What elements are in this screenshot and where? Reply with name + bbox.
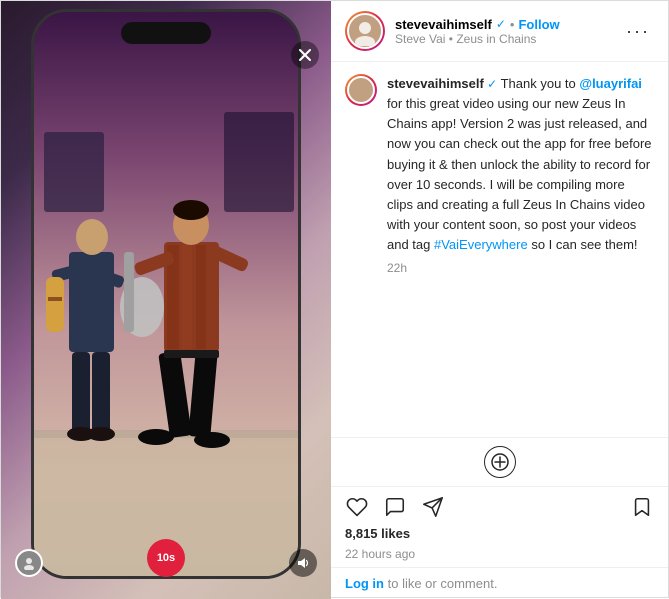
share-button[interactable] xyxy=(421,495,445,519)
content-panel: stevevaihimself ✓ • Follow Steve Vai • Z… xyxy=(331,1,668,599)
media-background: 10s xyxy=(1,1,331,599)
dot-separator: • xyxy=(510,17,515,32)
like-button[interactable] xyxy=(345,495,369,519)
phone-frame xyxy=(31,9,301,579)
timer-badge: 10s xyxy=(147,539,185,577)
username-row: stevevaihimself ✓ • Follow xyxy=(395,17,622,32)
likes-row: 8,815 likes xyxy=(331,523,668,547)
phone-notch xyxy=(121,22,211,44)
poster-avatar-wrapper[interactable] xyxy=(345,11,385,51)
media-panel: 10s xyxy=(1,1,331,599)
login-suffix: to like or comment. xyxy=(384,576,497,591)
follow-button[interactable]: Follow xyxy=(518,17,559,32)
add-comment-area xyxy=(331,437,668,486)
caption-username[interactable]: stevevaihimself xyxy=(387,76,484,91)
more-options-button[interactable]: ··· xyxy=(622,21,654,42)
musicians-scene xyxy=(34,12,301,579)
caption-area: stevevaihimself ✓ Thank you to @luayrifa… xyxy=(331,62,668,437)
likes-count: 8,815 likes xyxy=(345,526,410,541)
caption-content: stevevaihimself ✓ Thank you to @luayrifa… xyxy=(387,74,654,275)
poster-username[interactable]: stevevaihimself xyxy=(395,17,492,32)
caption-mention[interactable]: @luayrifai xyxy=(579,76,642,91)
poster-avatar xyxy=(347,13,383,49)
add-comment-button[interactable] xyxy=(484,446,516,478)
caption-timestamp: 22h xyxy=(387,261,654,275)
post-header: stevevaihimself ✓ • Follow Steve Vai • Z… xyxy=(331,1,668,62)
login-link[interactable]: Log in xyxy=(345,576,384,591)
bookmark-button[interactable] xyxy=(630,495,654,519)
caption-row: stevevaihimself ✓ Thank you to @luayrifa… xyxy=(345,74,654,275)
caption-avatar-wrapper[interactable] xyxy=(345,74,377,106)
close-button[interactable] xyxy=(291,41,319,69)
comment-button[interactable] xyxy=(383,495,407,519)
verified-icon: ✓ xyxy=(496,17,506,31)
time-ago: 22 hours ago xyxy=(331,547,668,567)
viewer-avatar xyxy=(15,549,43,577)
caption-verified-icon: ✓ xyxy=(484,77,497,91)
caption-hashtag[interactable]: #VaiEverywhere xyxy=(434,237,528,252)
poster-info: stevevaihimself ✓ • Follow Steve Vai • Z… xyxy=(395,17,622,46)
post-container: 10s ste xyxy=(0,0,669,598)
caption-text-block: stevevaihimself ✓ Thank you to @luayrifa… xyxy=(387,76,652,252)
login-row: Log in to like or comment. xyxy=(331,567,668,599)
actions-row xyxy=(331,486,668,523)
caption-avatar xyxy=(347,76,375,104)
sound-button[interactable] xyxy=(289,549,317,577)
post-subtitle: Steve Vai • Zeus in Chains xyxy=(395,32,622,46)
